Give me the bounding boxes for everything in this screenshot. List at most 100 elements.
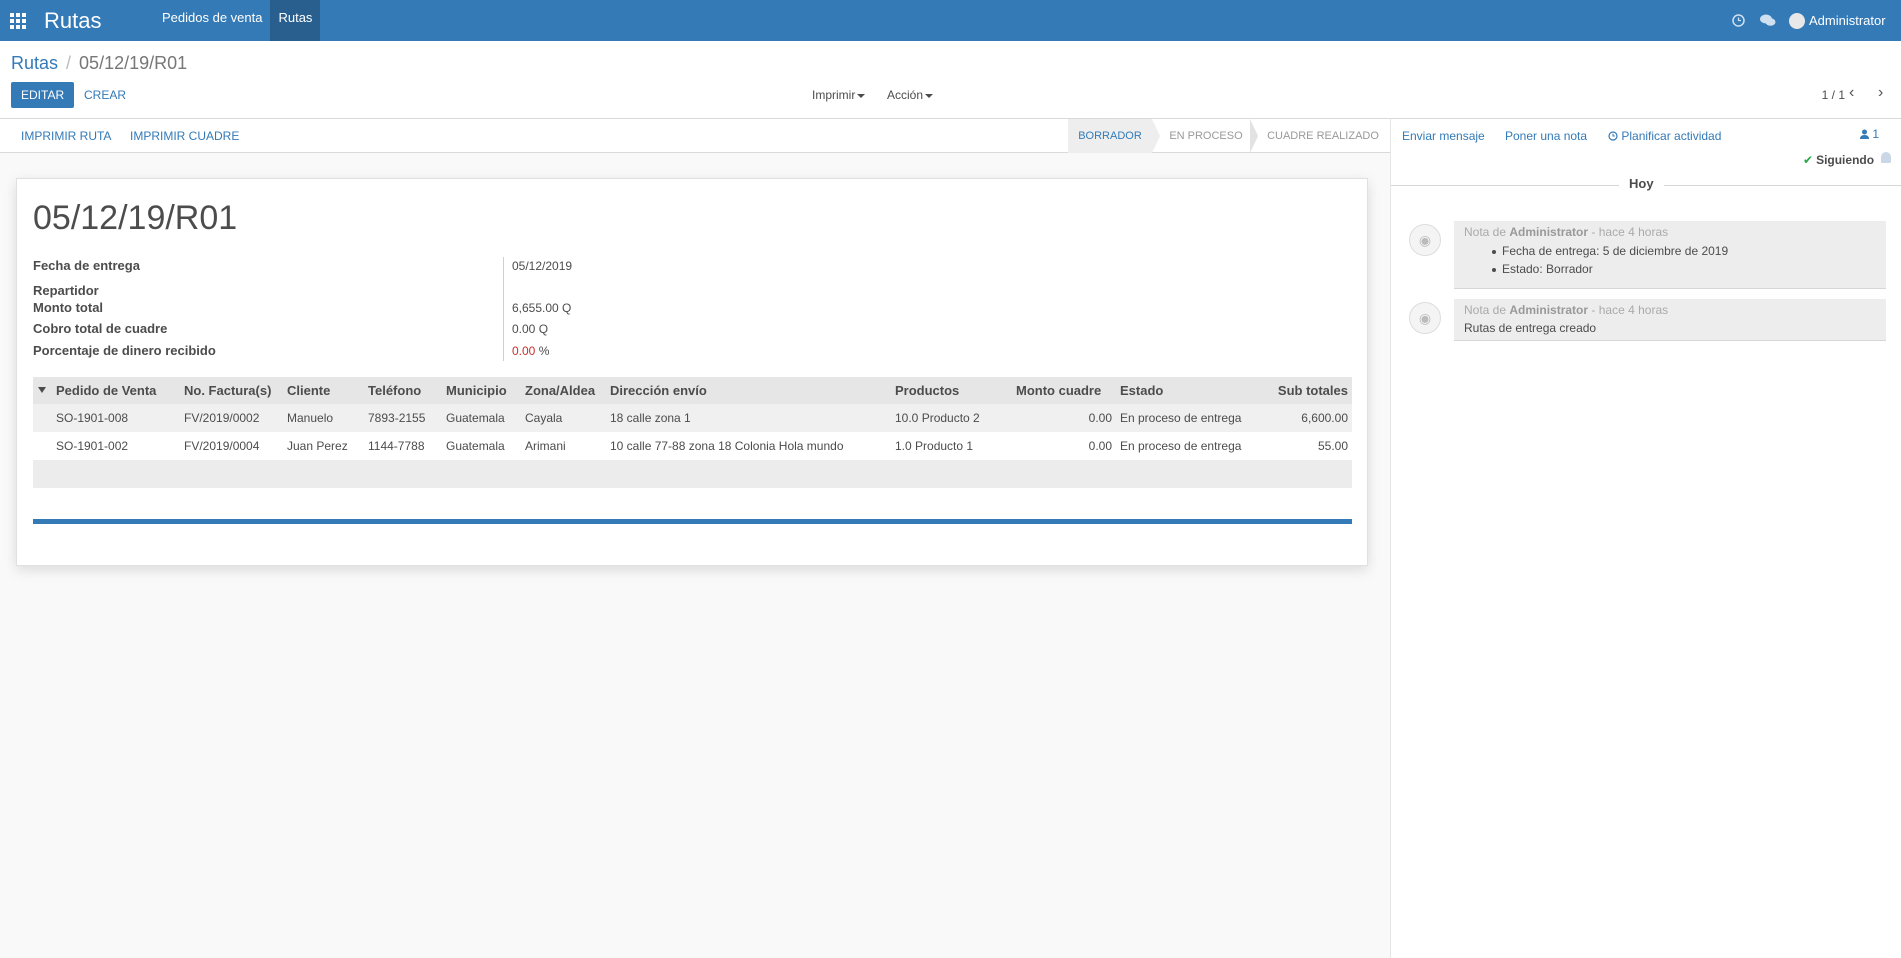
followers-button[interactable]: 1 [1859, 127, 1879, 141]
followers-count: 1 [1872, 127, 1879, 141]
field-separator [503, 257, 504, 361]
message-header: Nota de Administrator - hace 4 horas [1464, 225, 1668, 239]
tracking-item: Fecha de entrega: 5 de diciembre de 2019 [1491, 244, 1729, 258]
cell-zona: Arimani [525, 439, 566, 453]
cell-factura: FV/2019/0002 [184, 411, 260, 425]
field-value-monto-total: 6,655.00 Q [512, 301, 572, 315]
user-icon [1859, 129, 1869, 139]
user-menu[interactable]: Administrator [1783, 12, 1901, 29]
clock-icon [1608, 131, 1618, 141]
column-header-zona[interactable]: Zona/Aldea [525, 383, 595, 398]
stage-arrow [1250, 119, 1258, 153]
column-header-productos[interactable]: Productos [895, 383, 959, 398]
menu-item-rutas[interactable]: Rutas [270, 0, 321, 41]
column-header-cliente[interactable]: Cliente [287, 383, 330, 398]
pager-previous-icon[interactable]: ‹ [1849, 84, 1854, 102]
send-message-button[interactable]: Enviar mensaje [1402, 129, 1485, 143]
cell-telefono: 1144-7788 [368, 439, 425, 453]
camera-avatar-icon: ◉ [1409, 302, 1441, 334]
field-value-cobro-total: 0.00 Q [512, 322, 549, 336]
field-value-fecha-entrega: 05/12/2019 [512, 259, 573, 273]
cell-estado: En proceso de entrega [1120, 439, 1242, 453]
form-statusbar: IMPRIMIR RUTA IMPRIMIR CUADRE BORRADOR E… [0, 119, 1390, 153]
cell-telefono: 7893-2155 [368, 411, 426, 425]
chatter-message: Nota de Administrator - hace 4 horas Fec… [1454, 221, 1886, 289]
cell-pedido: SO-1901-008 [56, 411, 129, 425]
cell-municipio: Guatemala [446, 439, 505, 453]
field-label-cobro-total: Cobro total de cuadre [33, 321, 168, 336]
menu-item-pedidos-de-venta[interactable]: Pedidos de venta [154, 0, 270, 41]
edit-button[interactable]: EDITAR [11, 82, 75, 108]
message-header: Nota de Administrator - hace 4 horas [1464, 303, 1668, 317]
user-avatar [1789, 12, 1805, 29]
breadcrumb-separator: / [66, 53, 72, 73]
top-navbar: Rutas Pedidos de venta Rutas Administrat… [0, 0, 1901, 41]
table-header: Pedido de Venta No. Factura(s) Cliente T… [33, 377, 1352, 404]
message-body: Rutas de entrega creado [1464, 321, 1597, 335]
message-author[interactable]: Administrator [1509, 303, 1588, 317]
bell-icon[interactable] [1881, 152, 1891, 163]
cell-subtotal: 6,600.00 [1301, 411, 1348, 425]
following-label: Siguiendo [1816, 153, 1875, 167]
breadcrumb: Rutas / 05/12/19/R01 [11, 53, 187, 74]
sort-triangle-icon[interactable] [38, 387, 46, 393]
cell-productos: 10.0 Producto 2 [895, 411, 980, 425]
create-button[interactable]: CREAR [84, 82, 126, 108]
message-prefix: Nota de [1464, 303, 1507, 317]
column-header-municipio[interactable]: Municipio [446, 383, 507, 398]
cell-monto-cuadre: 0.00 [1088, 411, 1112, 425]
table-row[interactable]: SO-1901-008 FV/2019/0002 Manuelo 7893-21… [33, 404, 1352, 432]
column-header-estado[interactable]: Estado [1120, 383, 1163, 398]
chat-bubbles-icon[interactable] [1753, 0, 1783, 41]
print-cuadre-button[interactable]: IMPRIMIR CUADRE [130, 129, 239, 143]
cell-zona: Cayala [525, 411, 563, 425]
stage-en-proceso[interactable]: EN PROCESO [1162, 119, 1250, 153]
column-header-monto-cuadre[interactable]: Monto cuadre [1016, 383, 1101, 398]
field-label-fecha-entrega: Fecha de entrega [33, 258, 140, 273]
cell-monto-cuadre: 0.00 [1088, 439, 1112, 453]
form-view: IMPRIMIR RUTA IMPRIMIR CUADRE BORRADOR E… [0, 119, 1390, 958]
stage-cuadre-realizado[interactable]: CUADRE REALIZADO [1262, 119, 1384, 153]
column-header-pedido[interactable]: Pedido de Venta [56, 383, 156, 398]
pager-next-icon[interactable]: › [1878, 84, 1883, 102]
cell-cliente: Juan Perez [287, 439, 348, 453]
day-label: Hoy [1619, 176, 1664, 191]
action-dropdown[interactable]: Acción [887, 88, 934, 102]
field-label-monto-total: Monto total [33, 300, 104, 315]
schedule-activity-label: Planificar actividad [1621, 129, 1722, 143]
camera-avatar-icon: ◉ [1409, 224, 1441, 256]
check-icon: ✔ [1803, 153, 1814, 167]
pager-value[interactable]: 1 / 1 [1822, 88, 1845, 102]
cell-pedido: SO-1901-002 [56, 439, 129, 453]
message-time: - hace 4 horas [1591, 303, 1669, 317]
breadcrumb-current: 05/12/19/R01 [79, 53, 188, 73]
column-header-direccion[interactable]: Dirección envío [610, 383, 707, 398]
apps-menu-icon[interactable] [0, 0, 36, 41]
activity-clock-icon[interactable] [1723, 0, 1753, 41]
table-empty-row [33, 460, 1352, 488]
caret-down-icon [925, 93, 934, 98]
column-header-subtotales[interactable]: Sub totales [1278, 383, 1348, 398]
log-note-button[interactable]: Poner una nota [1505, 129, 1587, 143]
print-dropdown[interactable]: Imprimir [812, 88, 866, 102]
column-header-factura[interactable]: No. Factura(s) [184, 383, 271, 398]
progress-bar [33, 519, 1352, 524]
routes-table: Pedido de Venta No. Factura(s) Cliente T… [33, 377, 1352, 488]
following-status[interactable]: ✔ Siguiendo [1803, 153, 1874, 167]
column-header-telefono[interactable]: Teléfono [368, 383, 421, 398]
message-time: - hace 4 horas [1591, 225, 1669, 239]
record-title: 05/12/19/R01 [33, 199, 238, 237]
cell-direccion: 18 calle zona 1 [610, 411, 691, 425]
message-prefix: Nota de [1464, 225, 1507, 239]
print-dropdown-label: Imprimir [812, 88, 856, 102]
message-author[interactable]: Administrator [1509, 225, 1588, 239]
stage-borrador[interactable]: BORRADOR [1068, 119, 1152, 153]
field-label-repartidor: Repartidor [33, 283, 99, 298]
username: Administrator [1809, 13, 1886, 28]
cell-subtotal: 55.00 [1317, 439, 1348, 453]
table-row[interactable]: SO-1901-002 FV/2019/0004 Juan Perez 1144… [33, 432, 1352, 460]
cell-productos: 1.0 Producto 1 [895, 439, 974, 453]
breadcrumb-parent-link[interactable]: Rutas [11, 53, 58, 74]
print-route-button[interactable]: IMPRIMIR RUTA [21, 129, 111, 143]
schedule-activity-button[interactable]: Planificar actividad [1608, 129, 1721, 143]
